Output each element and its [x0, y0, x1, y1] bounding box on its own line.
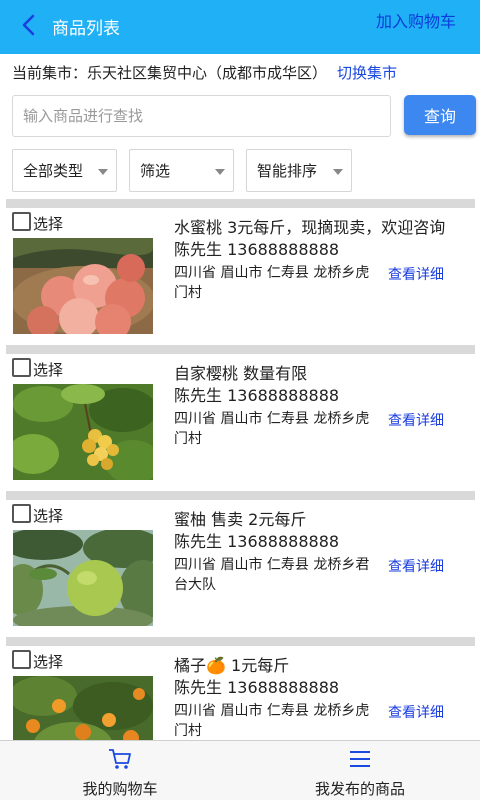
item-title: 自家樱桃 数量有限: [174, 364, 308, 383]
caret-down-icon: [333, 169, 343, 175]
bottom-nav: 我的购物车 我发布的商品: [0, 740, 480, 800]
tab-my-products[interactable]: 我发布的商品: [240, 741, 480, 800]
filter-dropdown[interactable]: 筛选: [129, 149, 234, 192]
tab-my-cart-label: 我的购物车: [82, 780, 158, 798]
cart-icon: [109, 749, 131, 769]
type-dropdown-label: 全部类型: [23, 162, 84, 180]
item-contact: 陈先生 13688888888: [174, 532, 340, 551]
item-contact: 陈先生 13688888888: [174, 240, 340, 259]
list-item[interactable]: 选择 蜜柚 售卖 2元每斤 陈先生 13688888888 四川省 眉山市 仁寿…: [0, 492, 480, 628]
item-title: 水蜜桃 3元每斤，现摘现卖，欢迎咨询: [174, 218, 446, 237]
current-market: 当前集市：乐天社区集贸中心（成都市成华区） 切换集市: [12, 62, 472, 88]
item-address: 四川省 眉山市 仁寿县 龙桥乡虎门村: [174, 265, 370, 301]
select-checkbox[interactable]: [12, 650, 31, 669]
market-name: 乐天社区集贸中心（成都市成华区）: [87, 64, 328, 82]
view-detail-link[interactable]: 查看详细: [388, 556, 444, 576]
market-prefix: 当前集市：: [12, 64, 88, 82]
tab-my-products-label: 我发布的商品: [314, 780, 405, 798]
page-title: 商品列表: [52, 19, 120, 39]
tab-my-cart[interactable]: 我的购物车: [0, 741, 240, 800]
item-title: 橘子🍊 1元每斤: [174, 656, 290, 675]
view-detail-link[interactable]: 查看详细: [388, 264, 444, 284]
add-to-cart-button[interactable]: 加入购物车: [376, 8, 456, 32]
caret-down-icon: [215, 169, 225, 175]
item-title: 蜜柚 售卖 2元每斤: [174, 510, 307, 529]
select-label: 选择: [33, 361, 64, 379]
filter-dropdown-label: 筛选: [140, 162, 171, 180]
select-label: 选择: [33, 215, 64, 233]
list-icon: [350, 751, 370, 767]
back-arrow-icon[interactable]: [18, 12, 40, 38]
item-address: 四川省 眉山市 仁寿县 龙桥乡虎门村: [174, 703, 370, 739]
view-detail-link[interactable]: 查看详细: [388, 702, 444, 722]
search-input[interactable]: [12, 95, 391, 137]
select-checkbox[interactable]: [12, 212, 31, 231]
view-detail-link[interactable]: 查看详细: [388, 410, 444, 430]
item-address: 四川省 眉山市 仁寿县 龙桥乡君台大队: [174, 557, 370, 593]
switch-market-link[interactable]: 切换集市: [337, 64, 397, 82]
select-label: 选择: [33, 507, 64, 525]
type-dropdown[interactable]: 全部类型: [12, 149, 117, 192]
peach-photo: [13, 238, 153, 334]
list-item[interactable]: 选择 水蜜桃 3元每斤，现摘现卖，欢迎咨询 陈先生 13688888888 四川…: [0, 200, 480, 336]
pomelo-photo: [13, 530, 153, 626]
select-checkbox[interactable]: [12, 504, 31, 523]
select-checkbox[interactable]: [12, 358, 31, 377]
search-button[interactable]: 查询: [404, 95, 476, 135]
item-contact: 陈先生 13688888888: [174, 386, 340, 405]
item-address: 四川省 眉山市 仁寿县 龙桥乡虎门村: [174, 411, 370, 447]
caret-down-icon: [98, 169, 108, 175]
list-item[interactable]: 选择 自家樱桃 数量有限 陈先生 13688888888 四川省 眉山市 仁寿县…: [0, 346, 480, 482]
cherry-photo: [13, 384, 153, 480]
sort-dropdown[interactable]: 智能排序: [246, 149, 352, 192]
item-contact: 陈先生 13688888888: [174, 678, 340, 697]
sort-dropdown-label: 智能排序: [257, 162, 318, 180]
app-header: 商品列表 加入购物车: [0, 0, 480, 54]
select-label: 选择: [33, 653, 64, 671]
